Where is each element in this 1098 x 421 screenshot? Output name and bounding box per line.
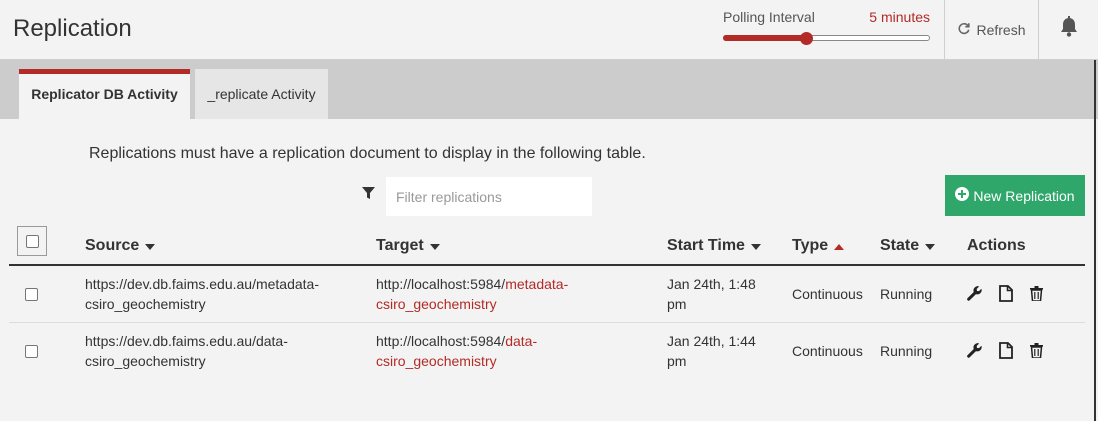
trash-icon[interactable]	[1028, 284, 1045, 302]
column-header-actions: Actions	[967, 237, 1026, 255]
source-line: csiro_geochemistry	[85, 353, 206, 369]
refresh-button[interactable]: Refresh	[944, 0, 1038, 59]
target-prefix: http://localhost:5984/	[376, 333, 506, 349]
column-header-target[interactable]: Target	[376, 237, 440, 255]
polling-interval-value: 5 minutes	[869, 9, 930, 25]
plus-circle-icon	[955, 187, 970, 204]
column-header-type-label: Type	[792, 237, 829, 254]
start-time-cell: Jan 24th, 1:44 pm	[667, 331, 756, 371]
wrench-icon[interactable]	[966, 284, 983, 302]
column-header-source-label: Source	[85, 237, 140, 254]
column-header-target-label: Target	[376, 237, 424, 254]
source-line: https://dev.db.faims.edu.au/metadata-	[85, 276, 319, 292]
start-time-line: pm	[667, 353, 687, 369]
document-icon[interactable]	[997, 341, 1014, 359]
row-checkbox[interactable]	[25, 288, 38, 301]
wrench-icon[interactable]	[966, 341, 983, 359]
type-cell: Continuous	[792, 343, 863, 359]
caret-down-icon	[750, 237, 761, 255]
slider-handle[interactable]	[800, 32, 813, 45]
column-header-source[interactable]: Source	[85, 237, 156, 255]
table-row: https://dev.db.faims.edu.au/data- csiro_…	[9, 323, 1085, 380]
target-link[interactable]: data-	[505, 333, 537, 349]
source-line: https://dev.db.faims.edu.au/data-	[85, 333, 288, 349]
target-link[interactable]: metadata-	[505, 276, 568, 292]
row-actions	[966, 341, 1045, 359]
caret-down-icon	[145, 237, 156, 255]
polling-interval-label: Polling Interval	[723, 9, 815, 25]
new-replication-button[interactable]: New Replication	[945, 175, 1085, 216]
notifications-button[interactable]	[1038, 0, 1098, 59]
tab-replicator-db-activity[interactable]: Replicator DB Activity	[19, 69, 190, 119]
start-time-line: Jan 24th, 1:48	[667, 276, 756, 292]
column-header-type[interactable]: Type	[792, 237, 845, 255]
trash-icon[interactable]	[1028, 341, 1045, 359]
caret-down-icon	[429, 237, 440, 255]
info-message: Replications must have a replication doc…	[89, 145, 646, 162]
table-row: https://dev.db.faims.edu.au/metadata- cs…	[9, 266, 1085, 323]
caret-down-icon	[925, 237, 936, 255]
page-title: Replication	[13, 15, 132, 42]
select-all-checkbox-wrapper	[17, 226, 47, 256]
column-header-actions-label: Actions	[967, 237, 1026, 254]
source-line: csiro_geochemistry	[85, 296, 206, 312]
source-cell: https://dev.db.faims.edu.au/data- csiro_…	[85, 331, 288, 371]
app-header: Replication Polling Interval 5 minutes R…	[0, 0, 1098, 60]
source-cell: https://dev.db.faims.edu.au/metadata- cs…	[85, 274, 319, 314]
document-icon[interactable]	[997, 284, 1014, 302]
caret-up-icon	[834, 237, 845, 255]
start-time-line: Jan 24th, 1:44	[667, 333, 756, 349]
select-all-checkbox[interactable]	[25, 234, 39, 248]
type-cell: Continuous	[792, 286, 863, 302]
row-checkbox[interactable]	[25, 345, 38, 358]
refresh-icon	[957, 21, 971, 38]
target-prefix: http://localhost:5984/	[376, 276, 506, 292]
polling-interval-slider[interactable]	[723, 32, 930, 45]
tab-replicate-activity[interactable]: _replicate Activity	[195, 69, 328, 119]
start-time-cell: Jan 24th, 1:48 pm	[667, 274, 756, 314]
refresh-label: Refresh	[976, 21, 1026, 38]
filter-icon	[362, 187, 375, 205]
column-header-start-time-label: Start Time	[667, 237, 745, 254]
slider-fill	[723, 35, 806, 41]
row-actions	[966, 284, 1045, 302]
bell-icon	[1059, 16, 1079, 43]
start-time-line: pm	[667, 296, 687, 312]
target-link[interactable]: csiro_geochemistry	[376, 351, 537, 371]
target-cell: http://localhost:5984/data- csiro_geoche…	[376, 331, 537, 371]
new-replication-label: New Replication	[973, 187, 1075, 204]
content-edge-border	[1094, 60, 1096, 421]
tabs-bar: Replicator DB Activity _replicate Activi…	[0, 60, 1098, 119]
column-header-start-time[interactable]: Start Time	[667, 237, 761, 255]
state-cell: Running	[880, 343, 933, 359]
state-cell: Running	[880, 286, 933, 302]
filter-input[interactable]	[386, 177, 592, 216]
column-header-state-label: State	[880, 237, 920, 254]
target-link[interactable]: csiro_geochemistry	[376, 294, 568, 314]
target-cell: http://localhost:5984/metadata- csiro_ge…	[376, 274, 568, 314]
column-header-state[interactable]: State	[880, 237, 936, 255]
